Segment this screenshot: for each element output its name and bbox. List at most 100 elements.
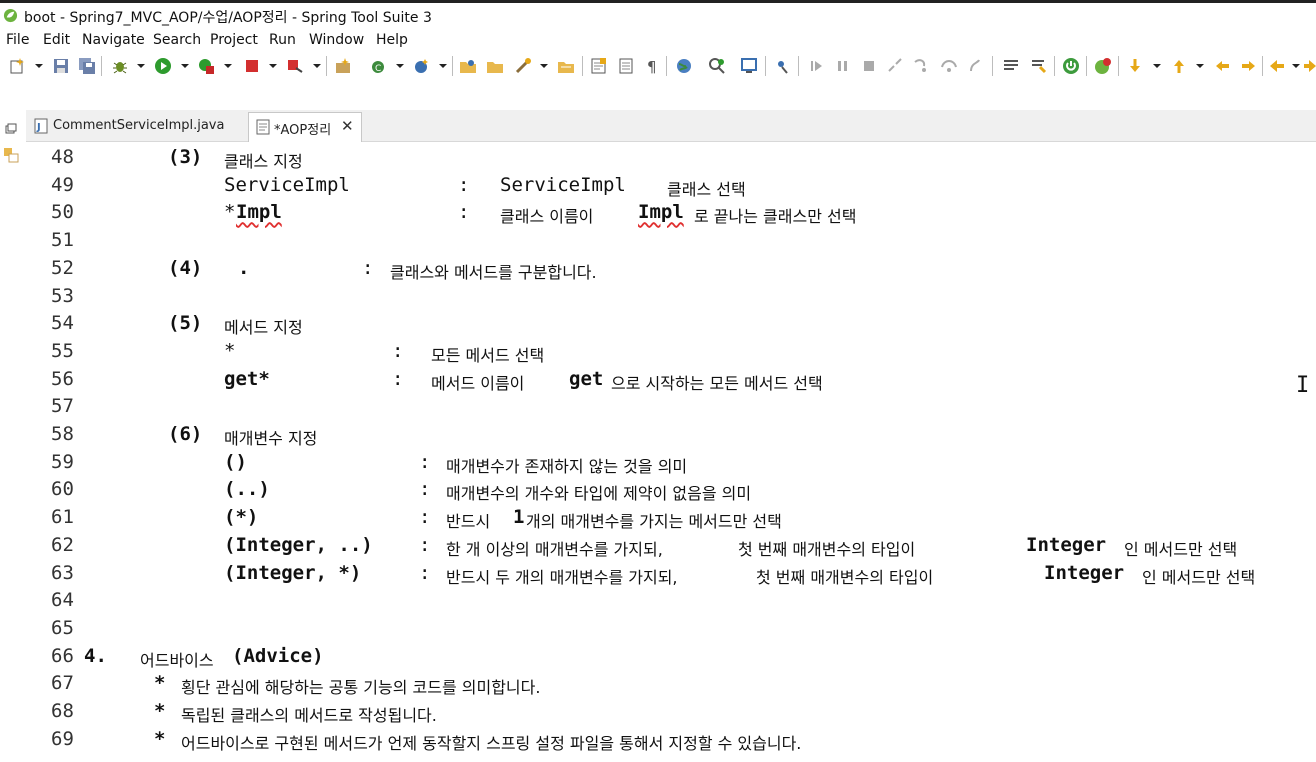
code-text: * [154, 700, 166, 722]
globe-icon[interactable] [675, 57, 693, 75]
prev-annotation-icon[interactable] [1170, 57, 1188, 75]
code-text: 클래스 선택 [667, 179, 746, 199]
stop-icon[interactable] [243, 57, 261, 75]
line-number: 52 [51, 256, 74, 279]
code-line[interactable]: 48 (3) 클래스 지정 [26, 146, 1316, 174]
toggle-mark-icon[interactable] [590, 57, 608, 75]
code-line[interactable]: 63 (Integer, *): 반드시 두 개의 매개변수를 가지되, 첫 번째 매… [26, 562, 1316, 590]
step-into-icon[interactable] [912, 57, 930, 75]
code-line[interactable]: 62 (Integer, ..): 한 개 이상의 매개변수를 가지되, 첫 번째 매… [26, 534, 1316, 562]
code-line[interactable]: 59 (): 매개변수가 존재하지 않는 것을 의미 [26, 451, 1316, 479]
code-text: 클래스 이름이 [500, 207, 594, 227]
menu-bar: File Edit Navigate Search Project Run Wi… [0, 30, 1316, 52]
stop-dropdown-icon[interactable] [269, 64, 277, 68]
save-icon[interactable] [52, 57, 70, 75]
goto-last-edit-icon[interactable] [1240, 57, 1258, 75]
code-line[interactable]: 67 * 횡단 관심에 해당하는 공통 기능의 코드를 의미합니다. [26, 672, 1316, 700]
menu-help[interactable]: Help [376, 32, 408, 48]
code-line[interactable]: 66 4. 어드바이스 (Advice) [26, 645, 1316, 673]
folder-open-icon[interactable] [486, 57, 504, 75]
drop-to-frame-icon[interactable] [1030, 57, 1048, 75]
close-icon[interactable]: ✕ [341, 117, 354, 135]
last-edit-location-icon[interactable] [1213, 57, 1231, 75]
code-line[interactable]: 51 [26, 229, 1316, 257]
code-line[interactable]: 65 [26, 617, 1316, 645]
wand-dropdown-icon[interactable] [540, 64, 548, 68]
back-icon[interactable] [1268, 57, 1286, 75]
menu-run[interactable]: Run [269, 32, 296, 48]
suspend-icon[interactable] [834, 57, 852, 75]
text-editor[interactable]: 48 (3) 클래스 지정 49 ServiceImpl: ServiceImpl 클래스 … [26, 142, 1316, 762]
search-icon[interactable] [708, 57, 726, 75]
spring-dashboard-icon[interactable] [1094, 57, 1112, 75]
new-dropdown-icon[interactable] [35, 64, 43, 68]
code-line[interactable]: 52 (4).: 클래스와 메서드를 구분합니다. [26, 257, 1316, 285]
external-tools-dropdown-icon[interactable] [313, 64, 321, 68]
open-folder-icon[interactable] [459, 57, 477, 75]
resume-icon[interactable] [808, 57, 826, 75]
new-icon[interactable] [8, 57, 26, 75]
code-text: : [419, 506, 431, 529]
next-annotation-icon[interactable] [1126, 57, 1144, 75]
toolbar-separator [666, 56, 667, 76]
debug-icon[interactable] [111, 57, 129, 75]
wand-icon[interactable] [514, 57, 532, 75]
external-tools-icon[interactable] [286, 57, 304, 75]
code-text: : [458, 201, 470, 224]
menu-project[interactable]: Project [210, 32, 258, 48]
new-package-icon[interactable] [334, 57, 352, 75]
folder-icon[interactable] [557, 57, 575, 75]
coverage-dropdown-icon[interactable] [224, 64, 232, 68]
tab-comment-service-impl[interactable]: J CommentServiceImpl.java [26, 112, 248, 142]
code-line[interactable]: 57 [26, 395, 1316, 423]
prev-annotation-dropdown-icon[interactable] [1196, 64, 1204, 68]
code-line[interactable]: 60 (..): 매개변수의 개수와 타입에 제약이 없음을 의미 [26, 478, 1316, 506]
next-annotation-dropdown-icon[interactable] [1153, 64, 1161, 68]
menu-file[interactable]: File [6, 32, 29, 48]
console-icon[interactable] [740, 57, 758, 75]
coverage-icon[interactable] [197, 57, 215, 75]
restore-icon[interactable] [4, 122, 18, 136]
save-all-icon[interactable] [78, 57, 96, 75]
pilcrow-icon[interactable]: ¶ [643, 57, 661, 75]
window-title: boot - Spring7_MVC_AOP/수업/AOP정리 - Spring… [24, 10, 432, 26]
new-class-dropdown-icon[interactable] [396, 64, 404, 68]
code-text: : [392, 339, 404, 362]
code-line[interactable]: 54 (5) 메서드 지정 [26, 312, 1316, 340]
code-line[interactable]: 68 * 독립된 클래스의 메서드로 작성됩니다. [26, 700, 1316, 728]
line-number: 62 [51, 533, 74, 556]
menu-search[interactable]: Search [153, 32, 201, 48]
spring-boot-icon[interactable] [1062, 57, 1080, 75]
line-number: 63 [51, 561, 74, 584]
code-line[interactable]: 56 get*: 메서드 이름이 get 으로 시작하는 모든 메서드 선택 [26, 368, 1316, 396]
run-icon[interactable] [154, 57, 172, 75]
code-line[interactable]: 50 * Impl: 클래스 이름이 Impl 로 끝나는 클래스만 선택 [26, 201, 1316, 229]
code-line[interactable]: 64 [26, 589, 1316, 617]
toolbar-separator [582, 56, 583, 76]
package-explorer-icon[interactable] [2, 146, 20, 164]
show-whitespace-icon[interactable] [617, 57, 635, 75]
code-line[interactable]: 58 (6) 매개변수 지정 [26, 423, 1316, 451]
use-filters-icon[interactable] [1002, 57, 1020, 75]
forward-icon[interactable] [1304, 57, 1316, 75]
pin-icon[interactable] [773, 57, 791, 75]
terminate-icon[interactable] [860, 57, 878, 75]
step-return-icon[interactable] [966, 57, 984, 75]
debug-dropdown-icon[interactable] [137, 64, 145, 68]
run-dropdown-icon[interactable] [181, 64, 189, 68]
code-line[interactable]: 55 *: 모든 메서드 선택 [26, 340, 1316, 368]
menu-window[interactable]: Window [309, 32, 364, 48]
back-dropdown-icon[interactable] [1292, 64, 1300, 68]
open-type-dropdown-icon[interactable] [439, 64, 447, 68]
code-line[interactable]: 69 * 어드바이스로 구현된 메서드가 언제 동작할지 스프링 설정 파일을 통해… [26, 728, 1316, 756]
code-line[interactable]: 61 (*): 반드시 1 개의 매개변수를 가지는 메서드만 선택 [26, 506, 1316, 534]
new-class-icon[interactable]: C [370, 57, 388, 75]
code-line[interactable]: 49 ServiceImpl: ServiceImpl 클래스 선택 [26, 174, 1316, 202]
code-line[interactable]: 53 [26, 285, 1316, 313]
step-over-icon[interactable] [940, 57, 958, 75]
open-type-icon[interactable] [413, 57, 431, 75]
menu-navigate[interactable]: Navigate [82, 32, 145, 48]
tab-aop-notes[interactable]: *AOP정리 ✕ [248, 112, 362, 142]
menu-edit[interactable]: Edit [43, 32, 70, 48]
disconnect-icon[interactable] [886, 57, 904, 75]
